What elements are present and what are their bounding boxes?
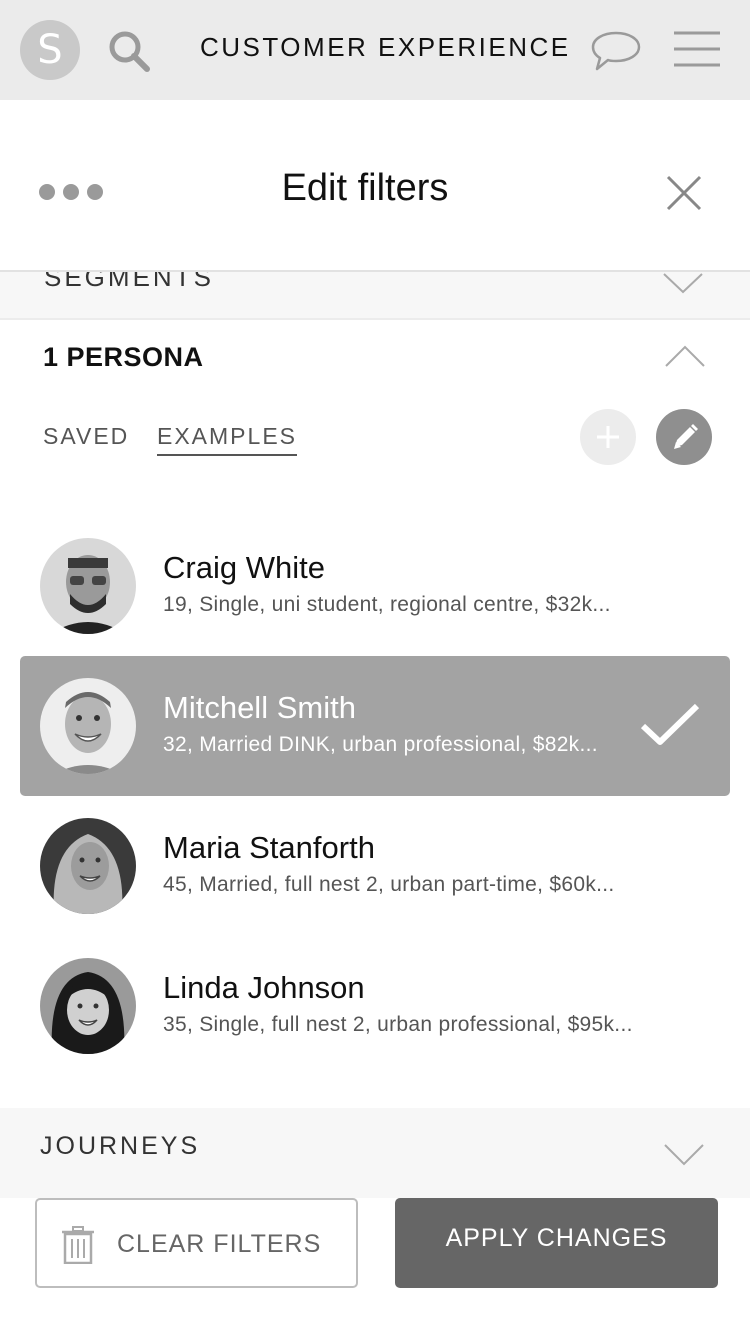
avatar [40,678,136,774]
persona-row-craig-white[interactable]: Craig White 19, Single, uni student, reg… [20,516,730,656]
avatar [40,958,136,1054]
persona-description: 45, Married, full nest 2, urban part-tim… [163,873,615,896]
plus-icon [597,426,619,448]
avatar [40,538,136,634]
apply-changes-label: APPLY CHANGES [445,1224,668,1252]
persona-row-maria-stanforth[interactable]: Maria Stanforth 45, Married, full nest 2… [20,796,730,936]
edit-persona-button[interactable] [656,409,712,465]
segments-section[interactable]: SEGMENTS [0,272,750,320]
clear-filters-label: CLEAR FILTERS [117,1230,322,1258]
chevron-down-icon[interactable] [663,1142,705,1166]
add-persona-button[interactable] [580,409,636,465]
persona-description: 32, Married DINK, urban professional, $8… [163,733,598,756]
chevron-down-icon[interactable] [662,272,704,294]
persona-description: 19, Single, uni student, regional centre… [163,593,611,616]
persona-name: Maria Stanforth [163,830,375,865]
pencil-icon [674,424,698,449]
chat-bubble-icon[interactable] [590,28,642,74]
journeys-label: JOURNEYS [40,1132,201,1160]
close-icon[interactable] [664,173,704,213]
persona-name: Mitchell Smith [163,690,356,725]
trash-icon [62,1226,94,1264]
persona-section-title: 1 PERSONA [43,342,204,372]
hamburger-menu-icon[interactable] [672,30,722,70]
tab-saved[interactable]: SAVED [43,422,129,450]
journeys-section[interactable]: JOURNEYS [0,1108,750,1198]
chevron-up-icon[interactable] [664,344,706,368]
persona-name: Linda Johnson [163,970,365,1005]
page-title: Edit filters [281,167,449,209]
app-logo[interactable]: S [20,20,80,80]
clear-filters-button[interactable]: CLEAR FILTERS [35,1198,358,1288]
persona-row-mitchell-smith[interactable]: Mitchell Smith 32, Married DINK, urban p… [20,656,730,796]
persona-name: Craig White [163,550,325,585]
checkmark-icon [640,703,700,745]
avatar [40,818,136,914]
app-title: CUSTOMER EXPERIENCE [200,32,571,62]
tab-examples[interactable]: EXAMPLES [157,422,297,456]
segments-label: SEGMENTS [44,272,214,292]
persona-row-linda-johnson[interactable]: Linda Johnson 35, Single, full nest 2, u… [20,936,730,1076]
persona-description: 35, Single, full nest 2, urban professio… [163,1013,633,1036]
edit-filters-header: Edit filters [0,100,750,272]
app-top-bar: S CUSTOMER EXPERIENCE [0,0,750,100]
apply-changes-button[interactable]: APPLY CHANGES [395,1198,718,1288]
search-icon[interactable] [106,28,152,74]
